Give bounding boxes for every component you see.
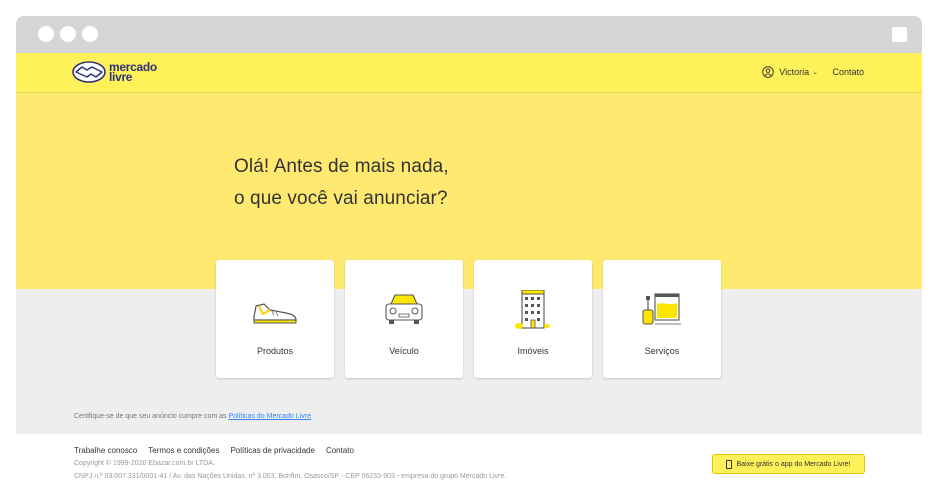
user-avatar-icon [762,66,775,78]
category-card-produtos[interactable]: Produtos [216,260,334,378]
site-header: mercado livre Victoria ⌄ Contato [16,53,922,93]
window-dot-maximize[interactable] [82,26,98,42]
handshake-logo-icon [72,61,106,83]
user-menu[interactable]: Victoria ⌄ [762,66,818,78]
category-label: Veículo [389,346,419,356]
category-card-servicos[interactable]: Serviços [603,260,721,378]
footer-link-contato[interactable]: Contato [326,446,354,455]
download-app-label: Baixe grátis o app do Mercado Livre! [736,460,851,468]
site-footer: Trabalhe conosco Termos e condições Polí… [16,434,922,486]
download-app-button[interactable]: Baixe grátis o app do Mercado Livre! [712,454,865,474]
footer-link-privacidade[interactable]: Políticas de privacidade [230,446,315,455]
category-cards: Produtos Veículo Imóveis Serviços [216,260,732,378]
logo-text: mercado livre [109,61,157,83]
copyright-text: Copyright © 1999-2020 Ebazar.com.br LTDA… [74,460,215,467]
car-icon [385,294,423,324]
category-label: Serviços [644,346,680,356]
footer-link-trabalhe[interactable]: Trabalhe conosco [74,446,137,455]
policy-notice: Certifique-se de que seu anúncio cumpre … [74,413,311,420]
user-name: Victoria [779,67,810,77]
page-headline: Olá! Antes de mais nada, o que você vai … [234,151,449,215]
building-icon [515,290,550,329]
contact-link[interactable]: Contato [832,67,864,77]
phone-icon [726,459,733,469]
sneaker-icon [253,303,297,324]
headline-line-1: Olá! Antes de mais nada, [234,156,449,177]
category-card-veiculo[interactable]: Veículo [345,260,463,378]
window-dot-close[interactable] [38,26,54,42]
category-label: Produtos [256,346,294,356]
chevron-down-icon: ⌄ [812,69,818,76]
window-dot-minimize[interactable] [60,26,76,42]
browser-chrome [16,16,922,53]
category-card-imoveis[interactable]: Imóveis [474,260,592,378]
policy-link[interactable]: Políticas do Mercado Livre [228,413,310,420]
company-address: CNPJ n.º 03.007.331/0001-41 / Av. das Na… [74,473,507,480]
category-label: Imóveis [517,346,549,356]
policy-notice-text: Certifique-se de que seu anúncio cumpre … [74,413,229,420]
window-square-button[interactable] [892,27,907,42]
browser-window: mercado livre Victoria ⌄ Contato Olá! An… [16,16,922,486]
footer-link-termos[interactable]: Termos e condições [148,446,219,455]
headline-line-2: o que você vai anunciar? [234,188,448,209]
footer-links: Trabalhe conosco Termos e condições Polí… [74,446,365,455]
mercado-livre-logo[interactable]: mercado livre [72,59,157,85]
paint-bucket-icon [642,293,681,325]
